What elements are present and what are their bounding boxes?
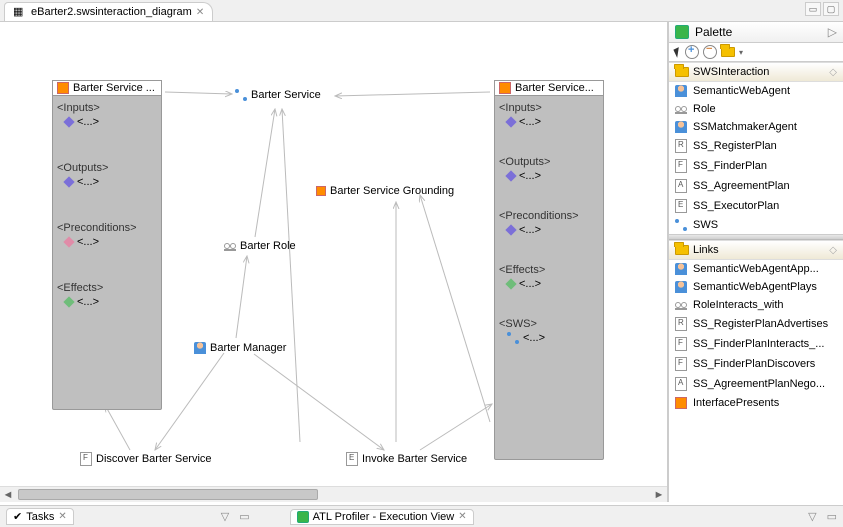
window-controls: ▭ ▢: [805, 2, 839, 16]
palette-item-swa-plays[interactable]: SemanticWebAgentPlays: [669, 278, 843, 296]
plan-icon: F: [675, 159, 687, 173]
view-menu-icon[interactable]: ▽: [808, 510, 816, 523]
sws-icon: [507, 332, 519, 344]
atl-icon: [297, 511, 309, 523]
palette-item-roleinteracts[interactable]: RoleInteracts_with: [669, 296, 843, 314]
palette-item-executorplan[interactable]: ESS_ExecutorPlan: [669, 196, 843, 216]
box-title: Barter Service ...: [73, 82, 155, 94]
grounding-icon: [316, 186, 326, 196]
barter-service-left-box[interactable]: Barter Service ... <Inputs><...> <Output…: [52, 90, 162, 410]
input-icon: [63, 116, 74, 127]
effect-icon: [63, 296, 74, 307]
palette-item-registeradvertises[interactable]: RSS_RegisterPlanAdvertises: [669, 314, 843, 334]
palette-item-sws[interactable]: SWS: [669, 216, 843, 234]
pin-icon[interactable]: ◇: [829, 67, 837, 78]
interface-icon: [57, 82, 69, 94]
scroll-left-arrow[interactable]: ◄: [0, 487, 16, 502]
palette-group-links[interactable]: Links ◇: [669, 240, 843, 260]
palette-title: Palette: [695, 25, 732, 39]
role-icon: [675, 104, 687, 114]
diagram-file-icon: ▦: [13, 5, 27, 19]
palette-item-agreementnego[interactable]: ASS_AgreementPlanNego...: [669, 374, 843, 394]
palette-item-finderdiscovers[interactable]: FSS_FinderPlanDiscovers: [669, 354, 843, 374]
minimize-view-icon[interactable]: ▭: [239, 510, 249, 523]
plan-icon: A: [675, 179, 687, 193]
palette-item-finderplan[interactable]: FSS_FinderPlan: [669, 156, 843, 176]
maximize-button[interactable]: ▢: [823, 2, 839, 16]
plan-icon: F: [675, 357, 687, 371]
folder-icon: [675, 67, 689, 77]
precondition-icon: [505, 224, 516, 235]
plan-icon: E: [675, 199, 687, 213]
palette-item-ssmatchmakeragent[interactable]: SSMatchmakerAgent: [669, 118, 843, 136]
plan-icon: F: [80, 452, 92, 466]
horizontal-scrollbar[interactable]: ◄ ►: [0, 486, 667, 502]
minimize-view-icon[interactable]: ▭: [827, 510, 837, 523]
plan-icon: F: [675, 337, 687, 351]
close-icon[interactable]: ✕: [196, 7, 204, 18]
palette-item-semanticwebagent[interactable]: SemanticWebAgent: [669, 82, 843, 100]
barter-role-node[interactable]: Barter Role: [224, 240, 296, 252]
folder-icon: [675, 245, 689, 255]
palette-item-role[interactable]: Role: [669, 100, 843, 118]
precondition-icon: [63, 236, 74, 247]
editor-tab[interactable]: ▦ eBarter2.swsinteraction_diagram ✕: [4, 2, 213, 21]
select-tool[interactable]: [673, 47, 682, 58]
grounding-node[interactable]: Barter Service Grounding: [316, 185, 454, 197]
invoke-node[interactable]: EInvoke Barter Service: [346, 452, 467, 466]
agent-icon: [194, 342, 206, 354]
sws-icon: [235, 89, 247, 101]
tab-title: eBarter2.swsinteraction_diagram: [31, 6, 192, 18]
role-icon: [224, 241, 236, 251]
role-icon: [675, 300, 687, 310]
barter-manager-node[interactable]: Barter Manager: [194, 342, 286, 354]
minimize-button[interactable]: ▭: [805, 2, 821, 16]
palette-item-swa-app[interactable]: SemanticWebAgentApp...: [669, 260, 843, 278]
palette-group-swsinteraction[interactable]: SWSInteraction ◇: [669, 62, 843, 82]
scroll-right-arrow[interactable]: ►: [651, 487, 667, 502]
palette-icon: [675, 25, 689, 39]
plan-icon: A: [675, 377, 687, 391]
plan-icon: R: [675, 317, 687, 331]
scroll-thumb[interactable]: [18, 489, 318, 500]
agent-icon: [675, 85, 687, 97]
output-icon: [63, 176, 74, 187]
palette-item-finderinteracts[interactable]: FSS_FinderPlanInteracts_...: [669, 334, 843, 354]
sws-icon: [675, 219, 687, 231]
atl-tab[interactable]: ATL Profiler - Execution View ✕: [290, 509, 474, 525]
agent-icon: [675, 121, 687, 133]
view-menu-icon[interactable]: ▽: [221, 510, 229, 523]
agent-icon: [675, 281, 687, 293]
close-icon[interactable]: ✕: [58, 511, 66, 522]
bottom-view-bar: ✔ Tasks ✕ ▽ ▭ ATL Profiler - Execution V…: [0, 505, 843, 527]
discover-node[interactable]: FDiscover Barter Service: [80, 452, 212, 466]
palette-item-agreementplan[interactable]: ASS_AgreementPlan: [669, 176, 843, 196]
effect-icon: [505, 278, 516, 289]
palette-collapse-icon[interactable]: ▷: [828, 25, 837, 39]
tasks-tab[interactable]: ✔ Tasks ✕: [6, 508, 74, 525]
plan-icon: E: [346, 452, 358, 466]
zoom-out-tool[interactable]: [703, 45, 717, 59]
barter-service-right-box[interactable]: Barter Service... <Inputs><...> <Outputs…: [494, 90, 604, 460]
palette-panel: Palette ▷ ▾ SWSInteraction ◇ SemanticWeb…: [668, 22, 843, 502]
zoom-in-tool[interactable]: [685, 45, 699, 59]
input-icon: [505, 116, 516, 127]
interface-icon: [675, 397, 687, 409]
diagram-canvas[interactable]: Barter Service ... <Inputs><...> <Output…: [0, 22, 668, 502]
output-icon: [505, 170, 516, 181]
dropdown-arrow-icon[interactable]: ▾: [739, 48, 743, 57]
palette-item-interfacepresents[interactable]: InterfacePresents: [669, 394, 843, 412]
pin-icon[interactable]: ◇: [829, 245, 837, 256]
plan-icon: R: [675, 139, 687, 153]
editor-tab-bar: ▦ eBarter2.swsinteraction_diagram ✕ ▭ ▢: [0, 0, 843, 22]
agent-icon: [675, 263, 687, 275]
palette-item-registerplan[interactable]: RSS_RegisterPlan: [669, 136, 843, 156]
tasks-icon: ✔: [13, 510, 22, 523]
close-icon[interactable]: ✕: [458, 511, 466, 522]
box-title: Barter Service...: [515, 82, 594, 94]
folder-tool[interactable]: [721, 47, 735, 57]
interface-icon: [499, 82, 511, 94]
barter-service-node[interactable]: Barter Service: [235, 89, 321, 101]
